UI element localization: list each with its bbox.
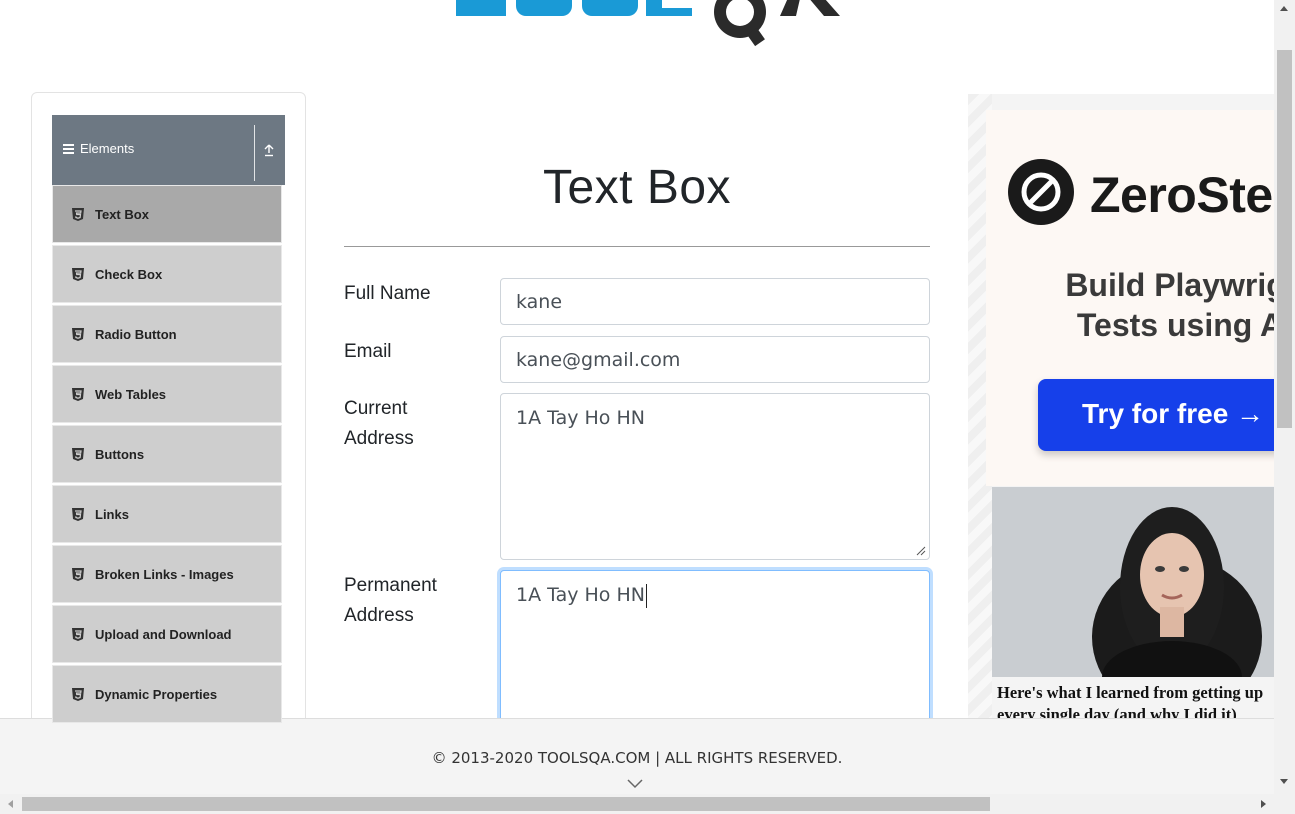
- group-title: Elements: [80, 141, 135, 156]
- permanent-address-value: 1A Tay Ho HN: [516, 584, 645, 606]
- current-address-label-line1: Current: [344, 398, 408, 419]
- ad-headline: Build Playwrigl Tests using A: [1065, 267, 1274, 343]
- ad-try-free-button[interactable]: Try for free →: [1038, 379, 1274, 451]
- html5-shield-icon: [72, 628, 84, 641]
- html5-shield-icon: [72, 388, 84, 401]
- html5-shield-icon: [72, 508, 84, 521]
- permanent-address-label: Permanent Address: [344, 571, 484, 631]
- html5-shield-icon: [72, 268, 84, 281]
- sidebar-item[interactable]: Check Box: [52, 245, 282, 303]
- sidebar-item-label: Radio Button: [95, 327, 177, 342]
- toolsqa-logo[interactable]: [450, 0, 850, 52]
- footer-copyright: © 2013-2020 TOOLSQA.COM | ALL RIGHTS RES…: [431, 749, 843, 767]
- ad-brand-name: ZeroSte: [1090, 167, 1273, 223]
- current-address-label-line2: Address: [344, 428, 414, 449]
- elements-group-header[interactable]: Elements: [52, 115, 285, 185]
- resize-grip-icon[interactable]: [916, 546, 926, 556]
- footer: © 2013-2020 TOOLSQA.COM | ALL RIGHTS RES…: [0, 718, 1274, 794]
- html5-shield-icon: [72, 688, 84, 701]
- permanent-address-label-line1: Permanent: [344, 575, 437, 596]
- html5-shield-icon: [72, 448, 84, 461]
- full-name-value: kane: [516, 291, 563, 313]
- page-title: Text Box: [542, 161, 732, 214]
- html5-shield-icon: [72, 208, 84, 221]
- full-name-label: Full Name: [344, 283, 431, 304]
- sidebar-item-label: Broken Links - Images: [95, 567, 234, 582]
- sidebar-item-label: Links: [95, 507, 129, 522]
- permanent-address-textarea[interactable]: 1A Tay Ho HN: [500, 570, 930, 740]
- zerostep-logo-icon: [1008, 159, 1074, 225]
- sidebar-item-label: Dynamic Properties: [95, 687, 218, 702]
- permanent-address-label-line2: Address: [344, 605, 414, 626]
- sidebar-item-label: Web Tables: [95, 387, 167, 402]
- scroll-up-arrow-icon[interactable]: [1280, 6, 1288, 11]
- collapse-arrow-icon[interactable]: [263, 143, 275, 157]
- scroll-down-arrow-icon[interactable]: [1280, 779, 1288, 784]
- scroll-left-arrow-icon[interactable]: [8, 800, 13, 808]
- current-address-value: 1A Tay Ho HN: [516, 407, 645, 429]
- full-name-input[interactable]: kane: [500, 278, 930, 325]
- sidebar-item[interactable]: Radio Button: [52, 305, 282, 363]
- email-value: kane@gmail.com: [516, 349, 681, 371]
- html5-shield-icon: [72, 328, 84, 341]
- group-divider: [254, 125, 255, 181]
- current-address-label: Current Address: [344, 394, 484, 454]
- chevron-down-icon[interactable]: [627, 779, 643, 789]
- sidebar-item[interactable]: Broken Links - Images: [52, 545, 282, 603]
- title-divider: [344, 246, 930, 247]
- sidebar-item-label: Text Box: [95, 207, 149, 222]
- vertical-scrollbar-thumb[interactable]: [1277, 50, 1292, 428]
- email-input[interactable]: kane@gmail.com: [500, 336, 930, 383]
- sidebar-item[interactable]: Upload and Download: [52, 605, 282, 663]
- sidebar-item[interactable]: Links: [52, 485, 282, 543]
- page-viewport: Elements Text Box Full Name kane Email k…: [0, 0, 1274, 794]
- ad-portrait-photo[interactable]: [992, 487, 1274, 677]
- sidebar-item[interactable]: Web Tables: [52, 365, 282, 423]
- scroll-right-arrow-icon[interactable]: [1261, 800, 1266, 808]
- sidebar-item-label: Upload and Download: [95, 627, 232, 642]
- sidebar-item-label: Buttons: [95, 447, 145, 462]
- sidebar-item-label: Check Box: [95, 267, 163, 282]
- text-cursor: [645, 583, 647, 608]
- email-label: Email: [344, 341, 392, 362]
- current-address-textarea[interactable]: 1A Tay Ho HN: [500, 393, 930, 560]
- horizontal-scrollbar-thumb[interactable]: [22, 797, 990, 811]
- html5-shield-icon: [72, 568, 84, 581]
- hamburger-icon: [63, 144, 74, 156]
- sidebar-item[interactable]: Text Box: [52, 185, 282, 243]
- sidebar-item[interactable]: Buttons: [52, 425, 282, 483]
- sidebar-item[interactable]: Dynamic Properties: [52, 665, 282, 723]
